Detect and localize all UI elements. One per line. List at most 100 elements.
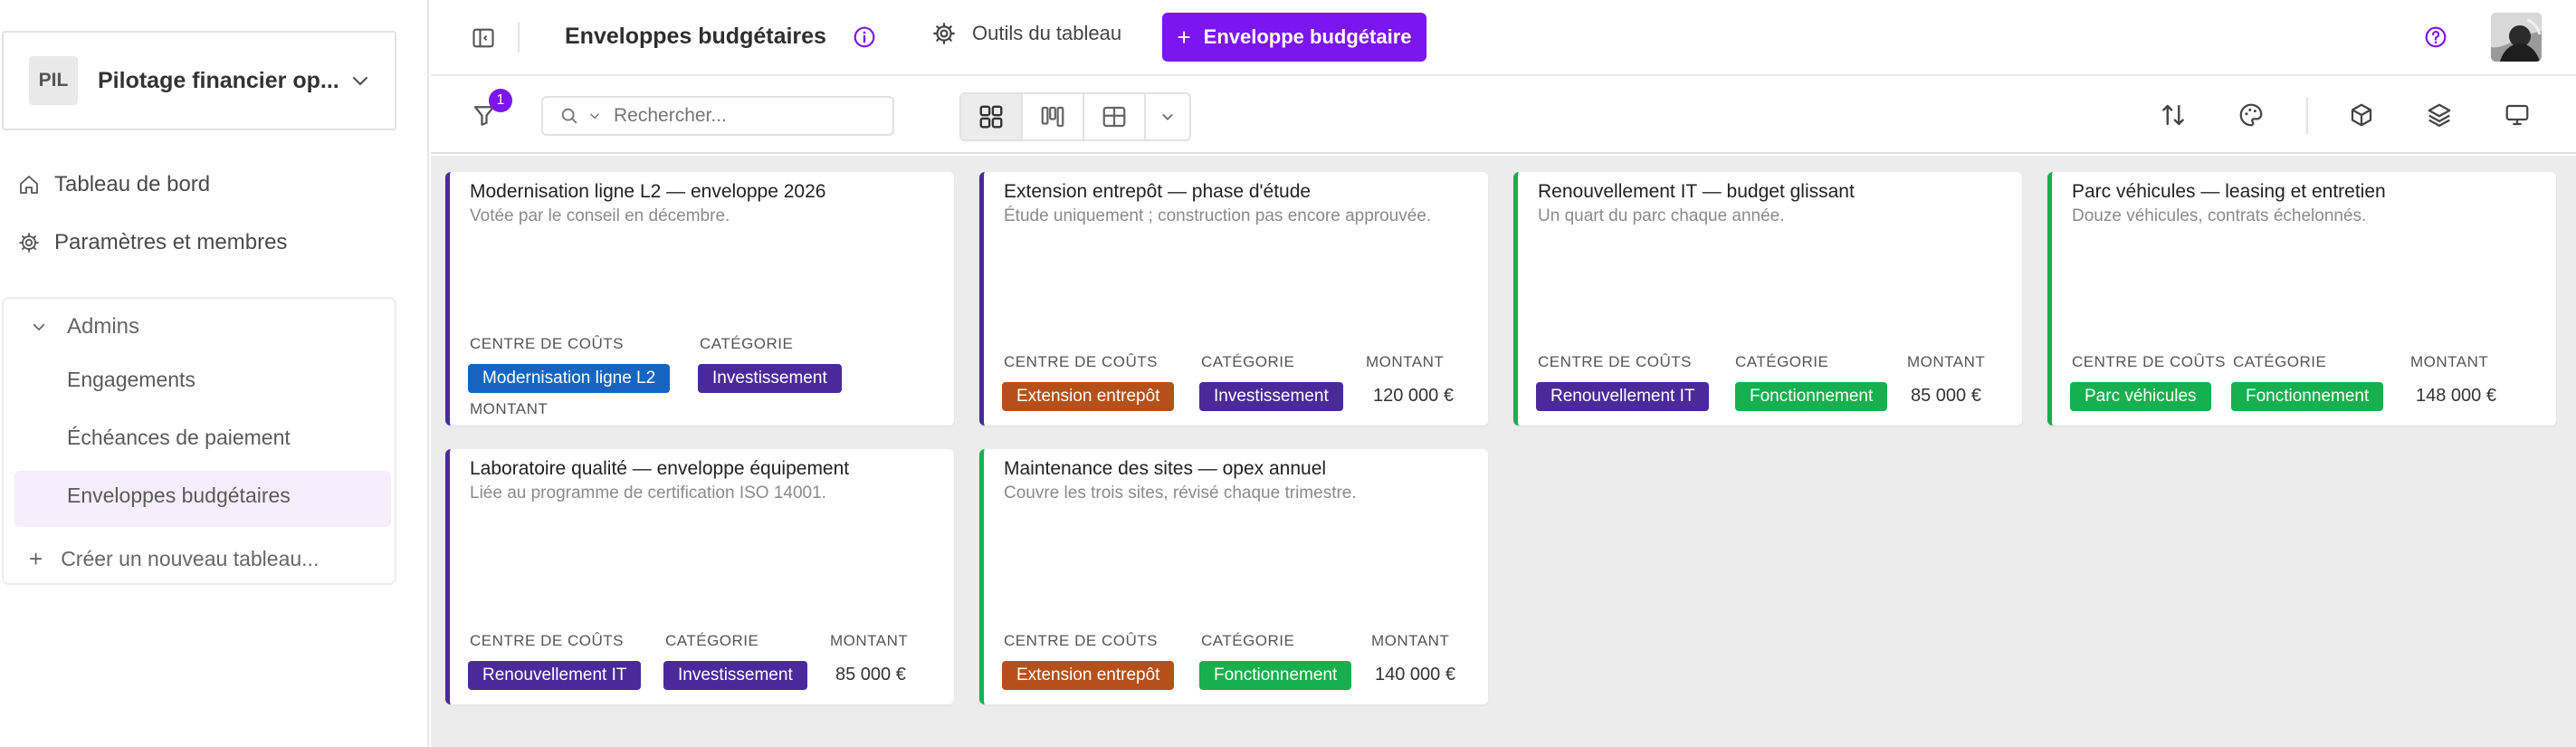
sidebar-item-engagements[interactable]: Engagements	[67, 368, 196, 392]
group-admins: Admins Engagements Échéances de paiement…	[2, 297, 396, 585]
envelope-card[interactable]: Parc véhicules — leasing et entretien Do…	[2047, 172, 2556, 426]
category-tag: Investissement	[663, 661, 807, 690]
nav-item-label: Paramètres et membres	[54, 230, 288, 254]
cost-center-tag: Renouvellement IT	[1536, 382, 1710, 411]
sidebar-item-echeances[interactable]: Échéances de paiement	[67, 426, 291, 450]
card-description: Douze véhicules, contrats échelonnés.	[2072, 206, 2367, 225]
avatar-image	[2491, 13, 2542, 62]
card-description: Étude uniquement ; construction pas enco…	[1004, 206, 1432, 225]
filter-count-badge: 1	[489, 89, 512, 112]
envelope-card[interactable]: Maintenance des sites — opex annuel Couv…	[979, 449, 1488, 704]
field-label-category: CATÉGORIE	[1201, 632, 1295, 649]
divider	[518, 22, 520, 53]
board-tools-label: Outils du tableau	[972, 22, 1122, 44]
category-tag: Fonctionnement	[1199, 661, 1352, 690]
category-tag: Fonctionnement	[1735, 382, 1888, 411]
workspace-avatar: PIL	[29, 56, 78, 105]
envelope-card[interactable]: Renouvellement IT — budget glissant Un q…	[1513, 172, 2022, 426]
add-envelope-button[interactable]: + Enveloppe budgétaire	[1162, 13, 1426, 62]
field-label-cost-center: CENTRE DE COÛTS	[1004, 353, 1158, 370]
view-gallery[interactable]	[961, 94, 1023, 139]
nav-item-dashboard[interactable]: Tableau de bord	[18, 172, 210, 197]
field-label-amount: MONTANT	[1371, 632, 1450, 649]
cube-icon[interactable]	[2348, 101, 2375, 129]
card-description: Votée par le conseil en décembre.	[470, 206, 730, 225]
amount-value: 120 000 €	[1373, 386, 1454, 406]
gallery-board: Modernisation ligne L2 — enveloppe 2026 …	[431, 156, 2576, 747]
category-tag: Investissement	[1199, 382, 1343, 411]
view-kanban[interactable]	[1023, 94, 1084, 139]
monitor-icon[interactable]	[2504, 101, 2531, 129]
category-tag: Investissement	[698, 364, 842, 393]
field-label-cost-center: CENTRE DE COÛTS	[470, 632, 624, 649]
cost-center-tag: Extension entrepôt	[1002, 661, 1175, 690]
card-title: Modernisation ligne L2 — enveloppe 2026	[470, 181, 826, 202]
plus-icon: +	[1177, 23, 1191, 51]
field-label-category: CATÉGORIE	[665, 632, 759, 649]
view-switcher	[959, 92, 1191, 141]
field-label-amount: MONTANT	[830, 632, 909, 649]
view-options-dropdown[interactable]	[1146, 94, 1189, 139]
amount-value: 85 000 €	[1911, 386, 1981, 406]
board-tools-button[interactable]: Outils du tableau	[932, 22, 1121, 45]
nav-item-label: Tableau de bord	[54, 172, 211, 196]
sidebar-item-enveloppes[interactable]: Enveloppes budgétaires	[67, 484, 291, 508]
create-board-button[interactable]: + Créer un nouveau tableau...	[29, 545, 319, 573]
field-label-amount: MONTANT	[1366, 353, 1445, 370]
amount-value: 148 000 €	[2416, 386, 2496, 406]
nav-item-settings[interactable]: Paramètres et membres	[18, 230, 287, 255]
plus-icon: +	[29, 545, 43, 572]
card-title: Parc véhicules — leasing et entretien	[2072, 181, 2386, 202]
field-label-cost-center: CENTRE DE COÛTS	[1004, 632, 1158, 649]
card-description: Couvre les trois sites, révisé chaque tr…	[1004, 484, 1357, 503]
table-view-icon	[1102, 106, 1126, 128]
create-board-label: Créer un nouveau tableau...	[61, 547, 320, 570]
workspace-switcher[interactable]: PIL Pilotage financier op...	[2, 31, 396, 130]
field-label-amount: MONTANT	[470, 400, 549, 417]
gear-icon	[933, 23, 955, 44]
view-table[interactable]	[1084, 94, 1146, 139]
group-header[interactable]: Admins	[31, 311, 139, 342]
add-envelope-label: Enveloppe budgétaire	[1203, 25, 1412, 48]
envelope-card[interactable]: Extension entrepôt — phase d'étude Étude…	[979, 172, 1488, 426]
gear-icon	[19, 233, 39, 253]
board-toolbar: 1	[431, 78, 2576, 154]
category-tag: Fonctionnement	[2231, 382, 2384, 411]
card-title: Laboratoire qualité — enveloppe équipeme…	[470, 458, 850, 479]
field-label-amount: MONTANT	[1907, 353, 1986, 370]
amount-value: 140 000 €	[1375, 665, 1455, 685]
field-label-amount: MONTANT	[2410, 353, 2489, 370]
field-label-cost-center: CENTRE DE COÛTS	[2072, 353, 2226, 370]
search-box[interactable]	[541, 96, 894, 136]
chevron-down-icon	[33, 323, 45, 330]
user-avatar[interactable]	[2491, 13, 2542, 62]
card-title: Extension entrepôt — phase d'étude	[1004, 181, 1312, 202]
envelope-card[interactable]: Laboratoire qualité — enveloppe équipeme…	[445, 449, 954, 704]
divider	[2306, 98, 2308, 134]
amount-value: 85 000 €	[835, 665, 906, 685]
card-title: Maintenance des sites — opex annuel	[1004, 458, 1327, 479]
layers-icon[interactable]	[2426, 101, 2453, 129]
cost-center-tag: Extension entrepôt	[1002, 382, 1175, 411]
search-input[interactable]	[614, 105, 885, 127]
chevron-down-icon	[1162, 114, 1173, 120]
home-icon	[20, 176, 38, 194]
field-label-cost-center: CENTRE DE COÛTS	[1538, 353, 1692, 370]
cost-center-tag: Parc véhicules	[2070, 382, 2211, 411]
info-icon[interactable]	[853, 25, 876, 49]
kanban-view-icon	[1041, 106, 1064, 128]
chevron-down-icon[interactable]	[588, 110, 601, 122]
sidebar: PIL Pilotage financier op... Tableau de …	[0, 0, 429, 747]
sidebar-toggle-icon[interactable]	[471, 25, 496, 51]
envelope-card[interactable]: Modernisation ligne L2 — enveloppe 2026 …	[445, 172, 954, 426]
field-label-category: CATÉGORIE	[2233, 353, 2327, 370]
sort-icon[interactable]	[2160, 101, 2187, 129]
chevron-down-icon	[352, 76, 368, 86]
group-label: Admins	[67, 314, 140, 339]
field-label-category: CATÉGORIE	[1201, 353, 1295, 370]
top-bar: Enveloppes budgétaires Outils du tableau…	[431, 0, 2576, 76]
help-icon[interactable]	[2424, 25, 2447, 49]
palette-icon[interactable]	[2237, 101, 2265, 129]
field-label-category: CATÉGORIE	[1735, 353, 1829, 370]
field-label-cost-center: CENTRE DE COÛTS	[470, 335, 624, 352]
